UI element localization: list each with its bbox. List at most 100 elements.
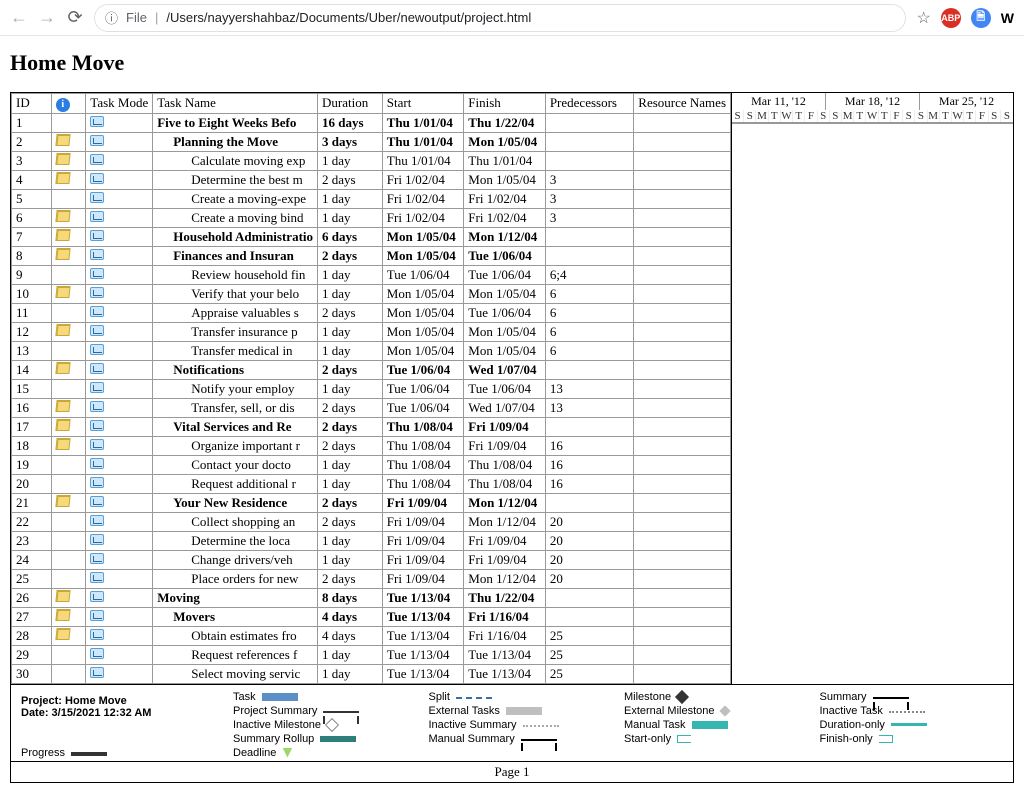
cell-task[interactable]: Determine the best m	[153, 170, 318, 189]
cell-task[interactable]: Obtain estimates fro	[153, 626, 318, 645]
cell-info[interactable]	[51, 436, 86, 455]
cell-pred[interactable]	[545, 151, 633, 170]
cell-id[interactable]: 22	[12, 512, 52, 531]
cell-start[interactable]: Thu 1/08/04	[382, 417, 464, 436]
cell-res[interactable]	[634, 132, 731, 151]
star-icon[interactable]: ☆	[916, 8, 930, 28]
cell-res[interactable]	[634, 417, 731, 436]
cell-pred[interactable]	[545, 493, 633, 512]
cell-duration[interactable]: 1 day	[318, 455, 383, 474]
cell-mode[interactable]	[86, 151, 153, 170]
cell-mode[interactable]	[86, 398, 153, 417]
cell-mode[interactable]	[86, 322, 153, 341]
cell-info[interactable]	[51, 531, 86, 550]
table-row[interactable]: 30Select moving servic1 dayTue 1/13/04Tu…	[12, 664, 731, 683]
cell-task[interactable]: Transfer medical in	[153, 341, 318, 360]
cell-start[interactable]: Thu 1/08/04	[382, 474, 464, 493]
cell-info[interactable]	[51, 588, 86, 607]
table-row[interactable]: 9Review household fin1 dayTue 1/06/04Tue…	[12, 265, 731, 284]
cell-finish[interactable]: Fri 1/02/04	[464, 189, 546, 208]
cell-start[interactable]: Mon 1/05/04	[382, 246, 464, 265]
cell-finish[interactable]: Wed 1/07/04	[464, 360, 546, 379]
table-row[interactable]: 25Place orders for new2 daysFri 1/09/04M…	[12, 569, 731, 588]
cell-pred[interactable]: 20	[545, 569, 633, 588]
cell-task[interactable]: Appraise valuables s	[153, 303, 318, 322]
cell-start[interactable]: Fri 1/09/04	[382, 493, 464, 512]
cell-id[interactable]: 14	[12, 360, 52, 379]
cell-id[interactable]: 7	[12, 227, 52, 246]
cell-duration[interactable]: 1 day	[318, 189, 383, 208]
cell-info[interactable]	[51, 132, 86, 151]
cell-pred[interactable]: 13	[545, 398, 633, 417]
cell-duration[interactable]: 2 days	[318, 493, 383, 512]
cell-duration[interactable]: 2 days	[318, 569, 383, 588]
cell-start[interactable]: Fri 1/09/04	[382, 550, 464, 569]
cell-task[interactable]: Transfer insurance p	[153, 322, 318, 341]
cell-finish[interactable]: Thu 1/08/04	[464, 474, 546, 493]
timeline-body[interactable]	[732, 124, 1013, 664]
cell-duration[interactable]: 1 day	[318, 664, 383, 683]
cell-duration[interactable]: 4 days	[318, 607, 383, 626]
cell-start[interactable]: Mon 1/05/04	[382, 303, 464, 322]
cell-mode[interactable]	[86, 360, 153, 379]
cell-res[interactable]	[634, 588, 731, 607]
cell-pred[interactable]	[545, 588, 633, 607]
table-row[interactable]: 12Transfer insurance p1 dayMon 1/05/04Mo…	[12, 322, 731, 341]
cell-pred[interactable]: 25	[545, 626, 633, 645]
cell-duration[interactable]: 1 day	[318, 208, 383, 227]
cell-start[interactable]: Tue 1/13/04	[382, 588, 464, 607]
cell-mode[interactable]	[86, 474, 153, 493]
cell-mode[interactable]	[86, 265, 153, 284]
cell-pred[interactable]: 6	[545, 341, 633, 360]
cell-id[interactable]: 6	[12, 208, 52, 227]
cell-pred[interactable]: 6	[545, 284, 633, 303]
cell-res[interactable]	[634, 246, 731, 265]
cell-pred[interactable]: 20	[545, 531, 633, 550]
cell-res[interactable]	[634, 474, 731, 493]
cell-mode[interactable]	[86, 132, 153, 151]
cell-finish[interactable]: Tue 1/06/04	[464, 246, 546, 265]
cell-finish[interactable]: Mon 1/12/04	[464, 227, 546, 246]
cell-id[interactable]: 26	[12, 588, 52, 607]
cell-finish[interactable]: Mon 1/05/04	[464, 284, 546, 303]
cell-start[interactable]: Mon 1/05/04	[382, 284, 464, 303]
cell-info[interactable]	[51, 208, 86, 227]
cell-finish[interactable]: Mon 1/12/04	[464, 569, 546, 588]
cell-pred[interactable]	[545, 417, 633, 436]
cell-id[interactable]: 24	[12, 550, 52, 569]
cell-info[interactable]	[51, 151, 86, 170]
cell-id[interactable]: 25	[12, 569, 52, 588]
abp-icon[interactable]: ABP	[941, 8, 961, 28]
table-row[interactable]: 29Request references f1 dayTue 1/13/04Tu…	[12, 645, 731, 664]
cell-start[interactable]: Tue 1/13/04	[382, 626, 464, 645]
cell-duration[interactable]: 1 day	[318, 550, 383, 569]
cell-duration[interactable]: 8 days	[318, 588, 383, 607]
cell-start[interactable]: Fri 1/09/04	[382, 569, 464, 588]
cell-duration[interactable]: 1 day	[318, 284, 383, 303]
cell-res[interactable]	[634, 189, 731, 208]
cell-id[interactable]: 21	[12, 493, 52, 512]
cell-mode[interactable]	[86, 379, 153, 398]
cell-id[interactable]: 4	[12, 170, 52, 189]
cell-start[interactable]: Tue 1/13/04	[382, 645, 464, 664]
cell-task[interactable]: Request references f	[153, 645, 318, 664]
cell-task[interactable]: Your New Residence	[153, 493, 318, 512]
cell-duration[interactable]: 1 day	[318, 265, 383, 284]
cell-duration[interactable]: 1 day	[318, 531, 383, 550]
table-row[interactable]: 16Transfer, sell, or dis2 daysTue 1/06/0…	[12, 398, 731, 417]
table-row[interactable]: 10Verify that your belo1 dayMon 1/05/04M…	[12, 284, 731, 303]
cell-task[interactable]: Verify that your belo	[153, 284, 318, 303]
cell-finish[interactable]: Fri 1/16/04	[464, 626, 546, 645]
cell-res[interactable]	[634, 550, 731, 569]
cell-finish[interactable]: Thu 1/22/04	[464, 588, 546, 607]
cell-res[interactable]	[634, 664, 731, 683]
cell-task[interactable]: Collect shopping an	[153, 512, 318, 531]
cell-finish[interactable]: Thu 1/01/04	[464, 151, 546, 170]
table-row[interactable]: 17Vital Services and Re2 daysThu 1/08/04…	[12, 417, 731, 436]
cell-info[interactable]	[51, 645, 86, 664]
cell-duration[interactable]: 2 days	[318, 303, 383, 322]
table-row[interactable]: 24Change drivers/veh1 dayFri 1/09/04Fri …	[12, 550, 731, 569]
cell-res[interactable]	[634, 436, 731, 455]
cell-duration[interactable]: 2 days	[318, 360, 383, 379]
cell-task[interactable]: Organize important r	[153, 436, 318, 455]
